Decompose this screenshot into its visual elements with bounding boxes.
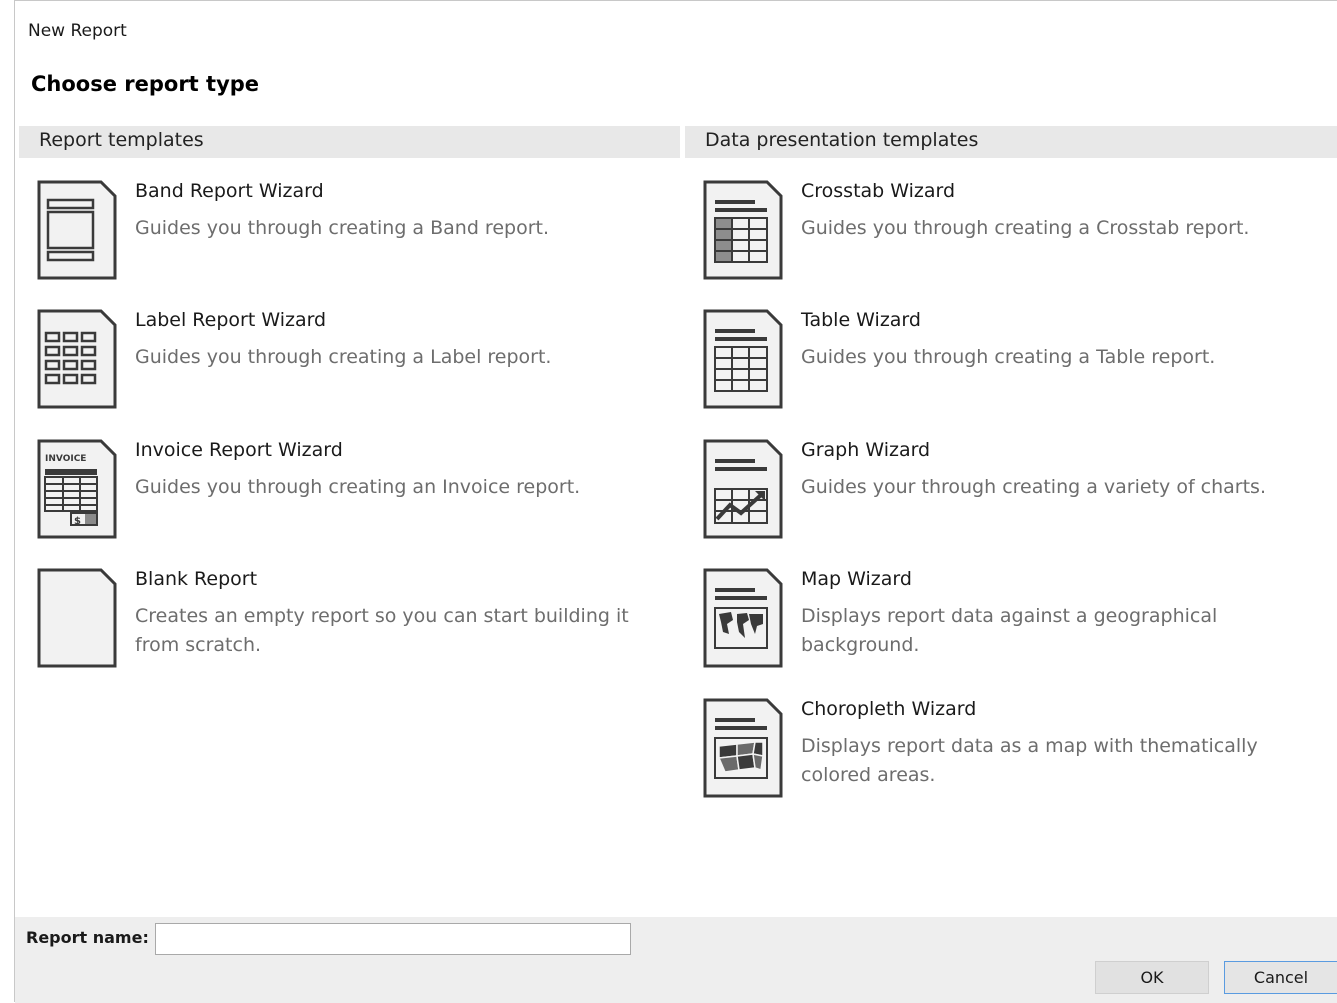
choropleth-wizard-item[interactable]: Choropleth Wizard Displays report data a… bbox=[703, 698, 1323, 808]
item-name: Crosstab Wizard bbox=[801, 180, 956, 202]
item-name: Graph Wizard bbox=[801, 439, 931, 461]
choropleth-icon bbox=[703, 698, 783, 798]
svg-text:$: $ bbox=[74, 516, 81, 527]
crosstab-icon bbox=[703, 180, 783, 280]
label-report-icon bbox=[37, 309, 117, 409]
label-report-wizard-item[interactable]: Label Report Wizard Guides you through c… bbox=[37, 309, 657, 419]
band-report-icon bbox=[37, 180, 117, 280]
invoice-report-wizard-item[interactable]: INVOICE $ Invoice Report Wizard Guides y… bbox=[37, 439, 657, 549]
item-description: Guides you through creating a Band repor… bbox=[135, 217, 549, 239]
graph-wizard-item[interactable]: Graph Wizard Guides your through creatin… bbox=[703, 439, 1323, 549]
table-icon bbox=[703, 309, 783, 409]
crosstab-wizard-item[interactable]: Crosstab Wizard Guides you through creat… bbox=[703, 180, 1323, 290]
invoice-report-icon: INVOICE $ bbox=[37, 439, 117, 539]
report-name-input[interactable] bbox=[155, 923, 631, 955]
table-wizard-item[interactable]: Table Wizard Guides you through creating… bbox=[703, 309, 1323, 419]
section-header-report-templates: Report templates bbox=[19, 126, 680, 158]
blank-report-icon bbox=[37, 568, 117, 668]
section-title: Report templates bbox=[39, 129, 204, 151]
section-title: Data presentation templates bbox=[705, 129, 979, 151]
report-name-label: Report name: bbox=[26, 928, 149, 947]
page-title: Choose report type bbox=[31, 72, 260, 96]
dialog-footer: Report name: OK Cancel bbox=[15, 917, 1337, 1003]
band-report-wizard-item[interactable]: Band Report Wizard Guides you through cr… bbox=[37, 180, 657, 290]
map-icon bbox=[703, 568, 783, 668]
title-bar: New Report bbox=[15, 1, 1337, 57]
item-description: Creates an empty report so you can start… bbox=[135, 605, 629, 656]
section-header-data-templates: Data presentation templates bbox=[685, 126, 1337, 158]
ok-button[interactable]: OK bbox=[1095, 961, 1209, 994]
item-description: Guides you through creating a Crosstab r… bbox=[801, 217, 1250, 239]
invoice-icon-text: INVOICE bbox=[45, 454, 86, 464]
item-description: Guides your through creating a variety o… bbox=[801, 476, 1266, 498]
cancel-button[interactable]: Cancel bbox=[1224, 961, 1337, 994]
item-name: Choropleth Wizard bbox=[801, 698, 977, 720]
item-name: Map Wizard bbox=[801, 568, 912, 590]
item-name: Label Report Wizard bbox=[135, 309, 327, 331]
item-name: Band Report Wizard bbox=[135, 180, 324, 202]
item-name: Invoice Report Wizard bbox=[135, 439, 343, 461]
blank-report-item[interactable]: Blank Report Creates an empty report so … bbox=[37, 568, 657, 678]
item-description: Displays report data against a geographi… bbox=[801, 605, 1218, 656]
item-description: Guides you through creating an Invoice r… bbox=[135, 476, 581, 498]
map-wizard-item[interactable]: Map Wizard Displays report data against … bbox=[703, 568, 1323, 678]
item-description: Displays report data as a map with thema… bbox=[801, 735, 1258, 786]
item-name: Table Wizard bbox=[801, 309, 921, 331]
item-description: Guides you through creating a Table repo… bbox=[801, 346, 1216, 368]
item-name: Blank Report bbox=[135, 568, 258, 590]
graph-icon bbox=[703, 439, 783, 539]
item-description: Guides you through creating a Label repo… bbox=[135, 346, 552, 368]
new-report-dialog: New Report Choose report type Report tem… bbox=[14, 0, 1337, 1003]
window-title: New Report bbox=[28, 21, 127, 41]
